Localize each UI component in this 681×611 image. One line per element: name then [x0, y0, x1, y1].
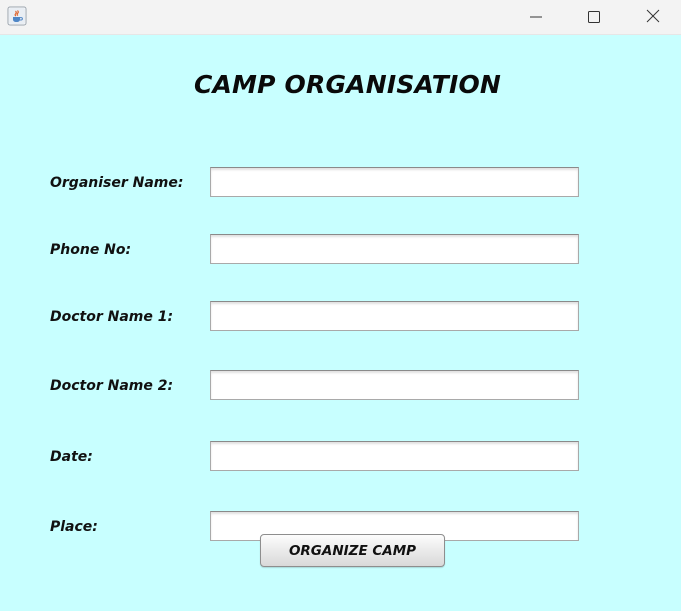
close-button[interactable] — [630, 0, 676, 34]
minimize-button[interactable] — [513, 0, 559, 34]
doctor-name-1-field[interactable] — [210, 301, 579, 331]
organize-camp-button[interactable]: ORGANIZE CAMP — [260, 534, 445, 567]
organiser-name-label: Organiser Name: — [50, 175, 184, 191]
phone-no-field[interactable] — [210, 234, 579, 264]
app-window: CAMP ORGANISATION Organiser Name: Phone … — [0, 0, 681, 611]
close-icon — [646, 8, 660, 27]
organiser-name-field[interactable] — [210, 167, 579, 197]
maximize-button[interactable] — [571, 0, 617, 34]
date-label: Date: — [50, 449, 93, 465]
doctor-name-2-label: Doctor Name 2: — [50, 378, 174, 394]
form-panel: CAMP ORGANISATION Organiser Name: Phone … — [0, 35, 681, 611]
page-title: CAMP ORGANISATION — [193, 70, 502, 99]
minimize-icon — [530, 8, 542, 27]
doctor-name-2-field[interactable] — [210, 370, 579, 400]
phone-no-label: Phone No: — [50, 242, 132, 258]
title-bar — [0, 0, 681, 35]
java-cup-icon — [7, 6, 27, 26]
place-label: Place: — [50, 519, 98, 535]
maximize-icon — [588, 8, 600, 27]
doctor-name-1-label: Doctor Name 1: — [50, 309, 174, 325]
date-field[interactable] — [210, 441, 579, 471]
